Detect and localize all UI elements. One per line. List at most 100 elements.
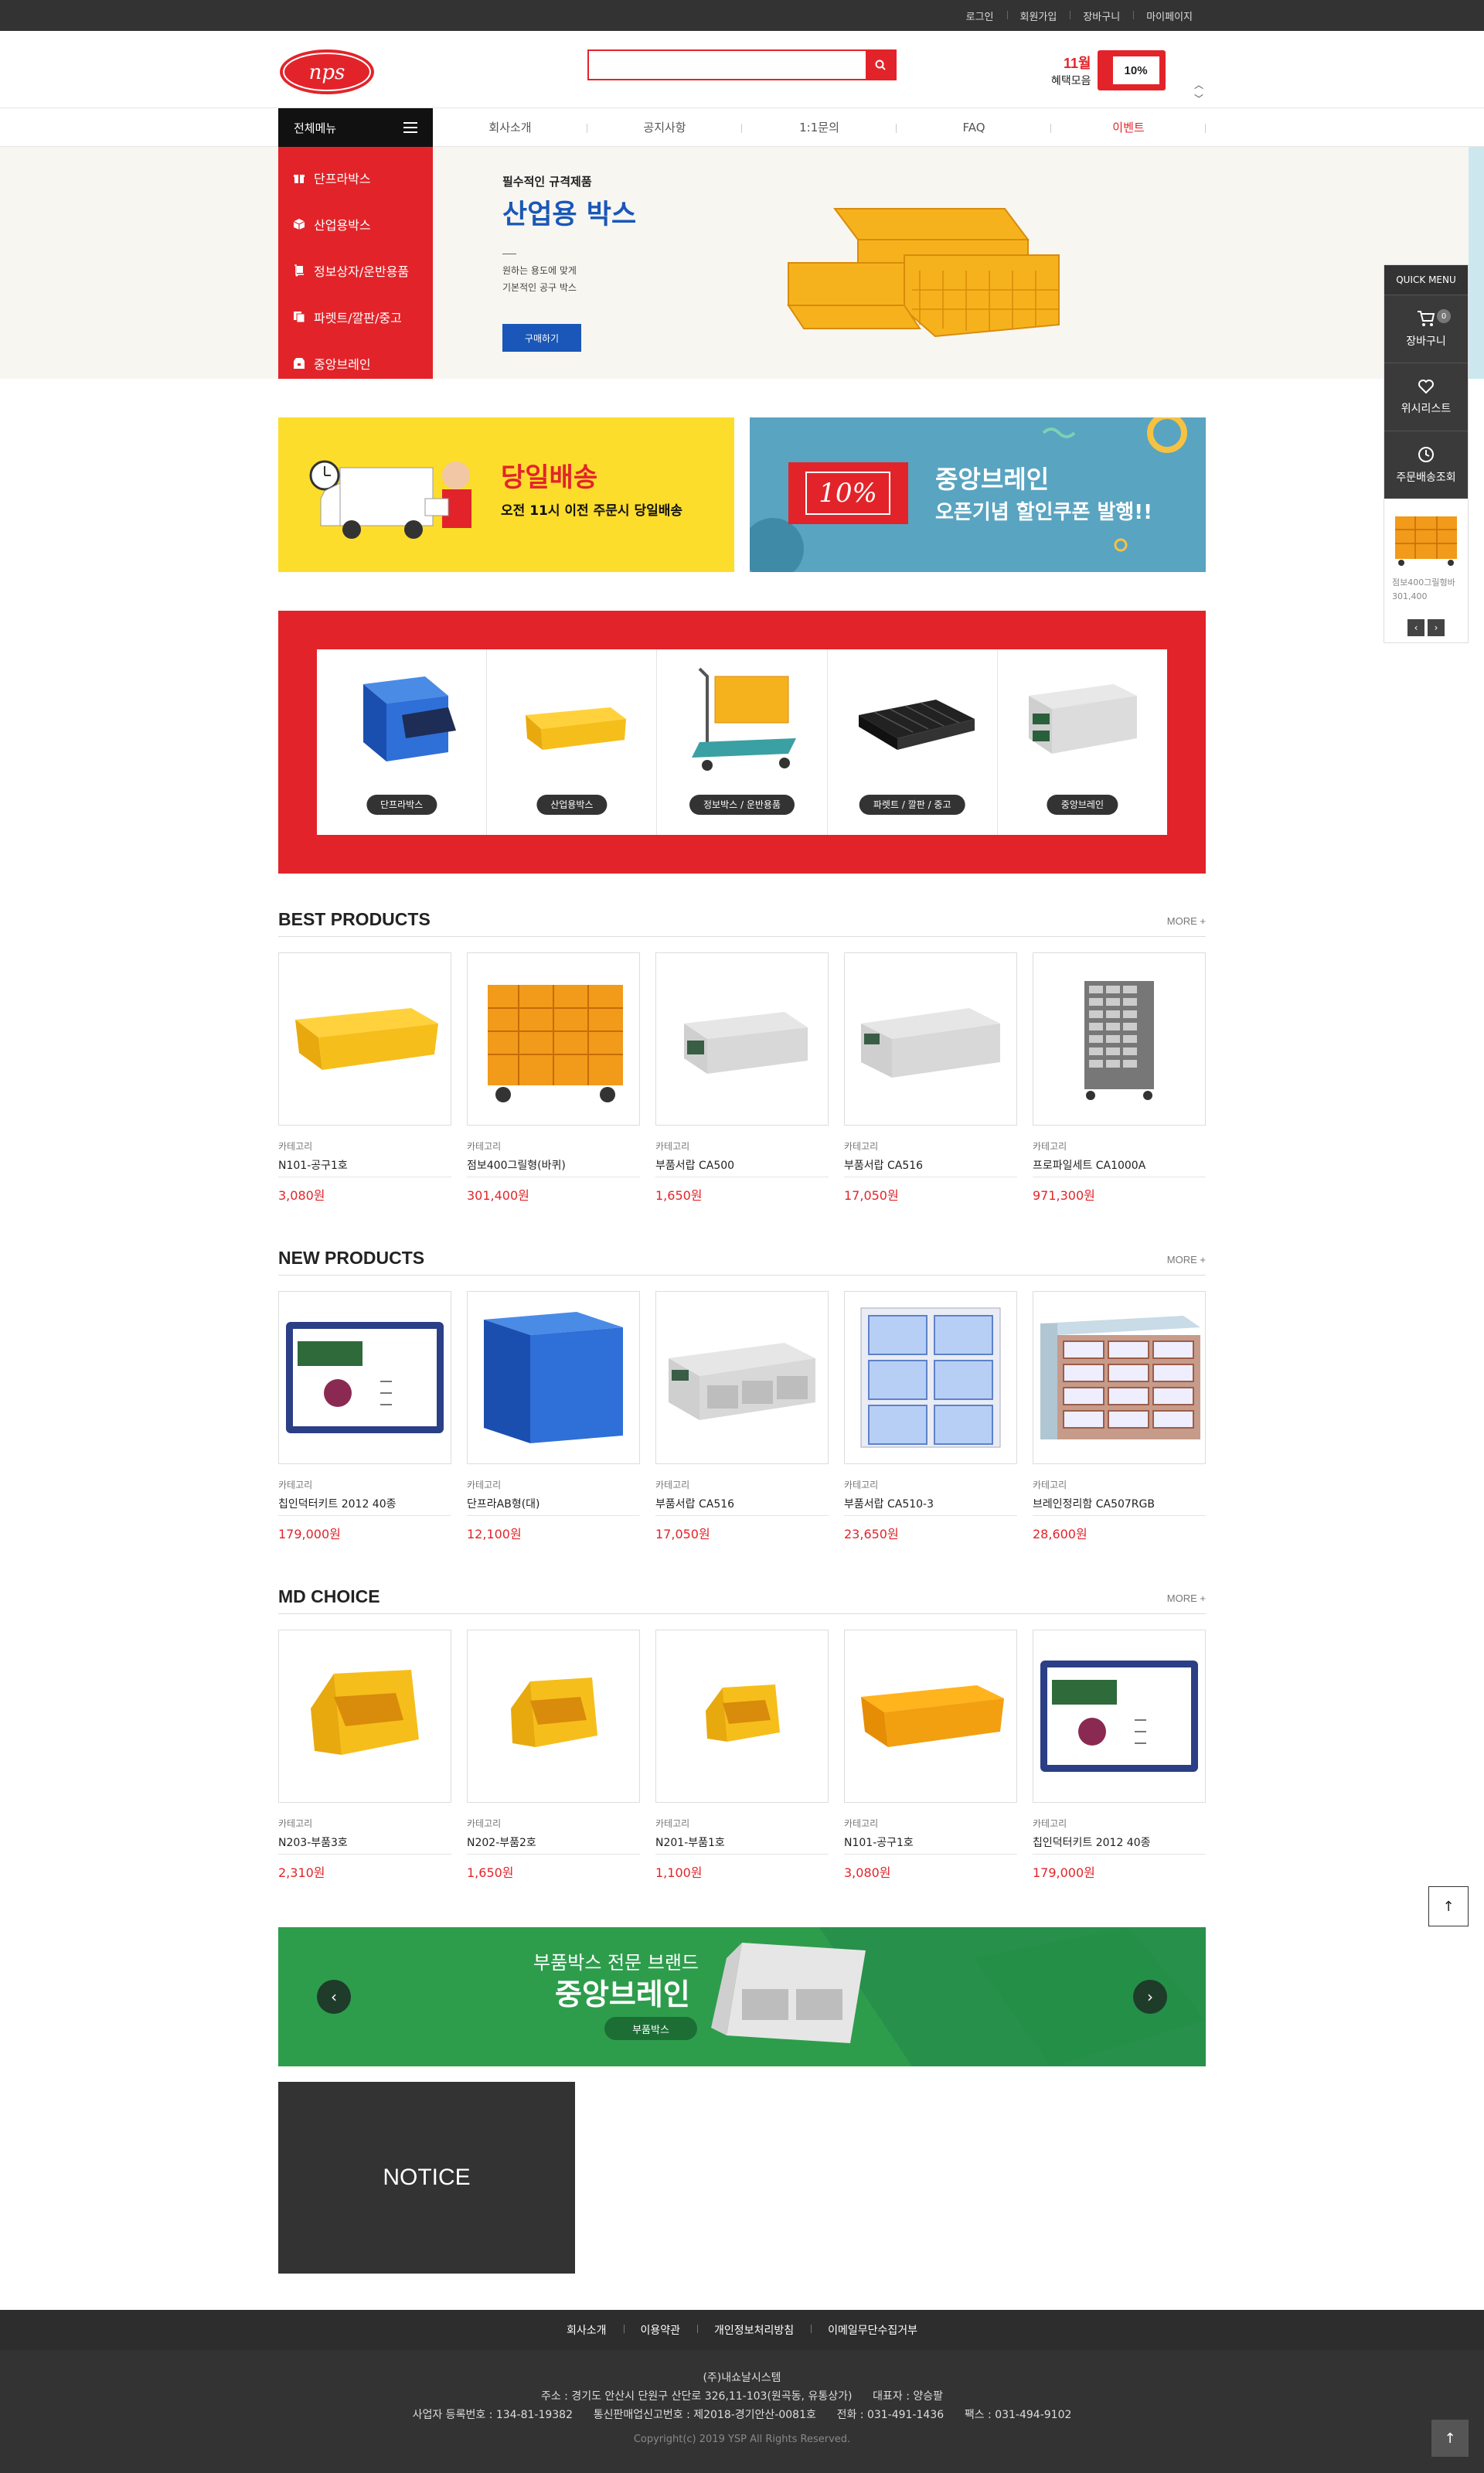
coupon-badge: 10% (1097, 50, 1166, 90)
product-card[interactable]: 카테고리 부품서랍 CA510-3 23,650원 (844, 1291, 1017, 1542)
brand-slider-banner[interactable]: 부품박스 전문 브랜드 중앙브레인 부품박스 ‹ › (278, 1927, 1206, 2066)
promo-arrows: ︿ ﹀ (1194, 80, 1203, 104)
same-day-delivery-banner[interactable]: 당일배송 오전 11시 이전 주문시 당일배송 (278, 417, 734, 572)
quick-cart[interactable]: 0 장바구니 (1384, 295, 1468, 363)
product-price: 1,650원 (655, 1188, 703, 1203)
product-card[interactable]: 카테고리 부품서랍 CA516 17,050원 (655, 1291, 829, 1542)
sidemenu-item-danpra[interactable]: 단프라박스 (278, 155, 433, 201)
product-name: 칩인덕터키트 2012 40종 (278, 1496, 451, 1516)
product-name: N202-부품2호 (467, 1834, 640, 1855)
product-card[interactable]: 카테고리 N101-공구1호 3,080원 (844, 1630, 1017, 1881)
hand-truck-icon (292, 264, 306, 278)
green-banner-button[interactable]: 부품박스 (604, 2017, 697, 2040)
product-image (278, 952, 451, 1126)
product-name: 프로파일세트 CA1000A (1033, 1157, 1206, 1177)
banner1-text: 오전 11시 이전 주문시 당일배송 (501, 503, 683, 519)
category-pallet[interactable]: 파렛트 / 깔판 / 중고 (828, 649, 998, 835)
product-price: 23,650원 (844, 1527, 899, 1541)
header: nps 11월 혜택모음 10% ︿ ﹀ (0, 31, 1484, 108)
delivery-truck-image (309, 460, 471, 539)
mypage-link[interactable]: 마이페이지 (1133, 9, 1206, 23)
sidemenu-item-industrial[interactable]: 산업용박스 (278, 201, 433, 247)
nav-event[interactable]: 이벤트 (1051, 108, 1206, 147)
product-card[interactable]: 카테고리 부품서랍 CA516 17,050원 (844, 952, 1017, 1204)
product-card[interactable]: 카테고리 N201-부품1호 1,100원 (655, 1630, 829, 1881)
footer-terms-link[interactable]: 이용약관 (623, 2322, 698, 2338)
footer-privacy-link[interactable]: 개인정보처리방침 (697, 2322, 811, 2338)
coupon-banner[interactable]: 10% 중앙브레인 오픈기념 할인쿠폰 발행!! (750, 417, 1206, 572)
product-image (467, 952, 640, 1126)
product-card[interactable]: 카테고리 N101-공구1호 3,080원 (278, 952, 451, 1204)
product-name: 부품서랍 CA516 (844, 1157, 1017, 1177)
sidemenu-item-brain[interactable]: 중앙브레인 (278, 340, 433, 387)
product-image (467, 1291, 640, 1464)
sidemenu-item-transport[interactable]: 정보상자/운반용품 (278, 247, 433, 294)
product-image (844, 1291, 1017, 1464)
product-card[interactable]: 카테고리 N203-부품3호 2,310원 (278, 1630, 451, 1881)
footer-email-link[interactable]: 이메일무단수집거부 (811, 2322, 934, 2338)
product-price: 12,100원 (467, 1527, 522, 1541)
more-link[interactable]: MORE + (1167, 1592, 1206, 1604)
hamburger-icon (403, 122, 417, 133)
pager-prev-icon[interactable]: ‹ (1407, 619, 1424, 636)
scroll-top-button[interactable]: ↑ (1428, 1886, 1469, 1926)
product-price: 2,310원 (278, 1865, 325, 1880)
category-industrial[interactable]: 산업용박스 (487, 649, 658, 835)
product-price: 179,000원 (1033, 1865, 1095, 1880)
nav-inquiry[interactable]: 1:1문의 (742, 108, 897, 147)
footer-company-link[interactable]: 회사소개 (550, 2322, 624, 2338)
md-choice-section: MD CHOICE MORE + 카테고리 N203-부품3호 2,310원 카… (278, 1583, 1206, 1881)
all-menu-button[interactable]: 전체메뉴 (278, 108, 433, 147)
product-price: 971,300원 (1033, 1188, 1095, 1203)
product-card[interactable]: 카테고리 부품서랍 CA500 1,650원 (655, 952, 829, 1204)
coupon-ticket: 10% (788, 462, 908, 524)
footer-copyright: Copyright(c) 2019 YSP All Rights Reserve… (633, 2434, 851, 2445)
product-card[interactable]: 카테고리 프로파일세트 CA1000A 971,300원 (1033, 952, 1206, 1204)
nav-notice[interactable]: 공지사항 (587, 108, 742, 147)
category-danpra[interactable]: 단프라박스 (317, 649, 488, 835)
product-card[interactable]: 카테고리 브레인정리함 CA507RGB 28,600원 (1033, 1291, 1206, 1542)
product-price: 301,400원 (467, 1188, 529, 1203)
nav-company[interactable]: 회사소개 (433, 108, 587, 147)
search-input[interactable] (589, 51, 866, 79)
hero-desc-2: 기본적인 공구 박스 (502, 282, 577, 293)
login-link[interactable]: 로그인 (953, 9, 1007, 23)
sidemenu-item-pallet[interactable]: 파렛트/깔판/중고 (278, 294, 433, 340)
cart-link[interactable]: 장바구니 (1070, 9, 1133, 23)
box-icon (292, 217, 306, 231)
top-links: 로그인 회원가입 장바구니 마이페이지 (953, 0, 1206, 31)
product-card[interactable]: 카테고리 점보400그릴형(바퀴) 301,400원 (467, 952, 640, 1204)
quick-menu-header: QUICK MENU (1384, 265, 1468, 295)
cart-count-badge: 0 (1437, 309, 1451, 323)
product-name: N203-부품3호 (278, 1834, 451, 1855)
quick-order-tracking[interactable]: 주문배송조회 (1384, 431, 1468, 499)
pager-next-icon[interactable]: › (1428, 619, 1445, 636)
nav-faq[interactable]: FAQ (897, 108, 1051, 147)
product-image (655, 952, 829, 1126)
benefit-promo[interactable]: 11월 혜택모음 10% (1051, 50, 1166, 90)
product-card[interactable]: 카테고리 칩인덕터키트 2012 40종 179,000원 (1033, 1630, 1206, 1881)
product-card[interactable]: 카테고리 N202-부품2호 1,650원 (467, 1630, 640, 1881)
chevron-down-icon[interactable]: ﹀ (1194, 94, 1203, 104)
banner1-title: 당일배송 (501, 462, 598, 493)
chevron-up-icon[interactable]: ︿ (1194, 80, 1203, 90)
more-link[interactable]: MORE + (1167, 915, 1206, 927)
quick-wishlist[interactable]: 위시리스트 (1384, 363, 1468, 431)
category-brain[interactable]: 중앙브레인 (998, 649, 1167, 835)
product-card[interactable]: 카테고리 칩인덕터키트 2012 40종 179,000원 (278, 1291, 451, 1542)
slider-prev-icon[interactable]: ‹ (317, 1980, 351, 2014)
site-logo[interactable]: nps (278, 48, 376, 96)
search-button[interactable] (866, 51, 895, 79)
product-name: N101-공구1호 (844, 1834, 1017, 1855)
category-transport[interactable]: 정보박스 / 운반용품 (657, 649, 828, 835)
signup-link[interactable]: 회원가입 (1006, 9, 1070, 23)
notice-box[interactable]: NOTICE (278, 2082, 575, 2274)
more-link[interactable]: MORE + (1167, 1254, 1206, 1265)
recent-product-name: 점보400그릴형바 (1392, 577, 1455, 588)
promo-month: 11월 (1063, 56, 1091, 71)
recent-product[interactable]: 점보400그릴형바 301,400 (1384, 499, 1468, 611)
buy-button[interactable]: 구매하기 (502, 324, 581, 352)
scroll-top-icon[interactable]: ↑ (1431, 2420, 1469, 2457)
product-card[interactable]: 카테고리 단프라AB형(대) 12,100원 (467, 1291, 640, 1542)
slider-next-icon[interactable]: › (1133, 1980, 1167, 2014)
